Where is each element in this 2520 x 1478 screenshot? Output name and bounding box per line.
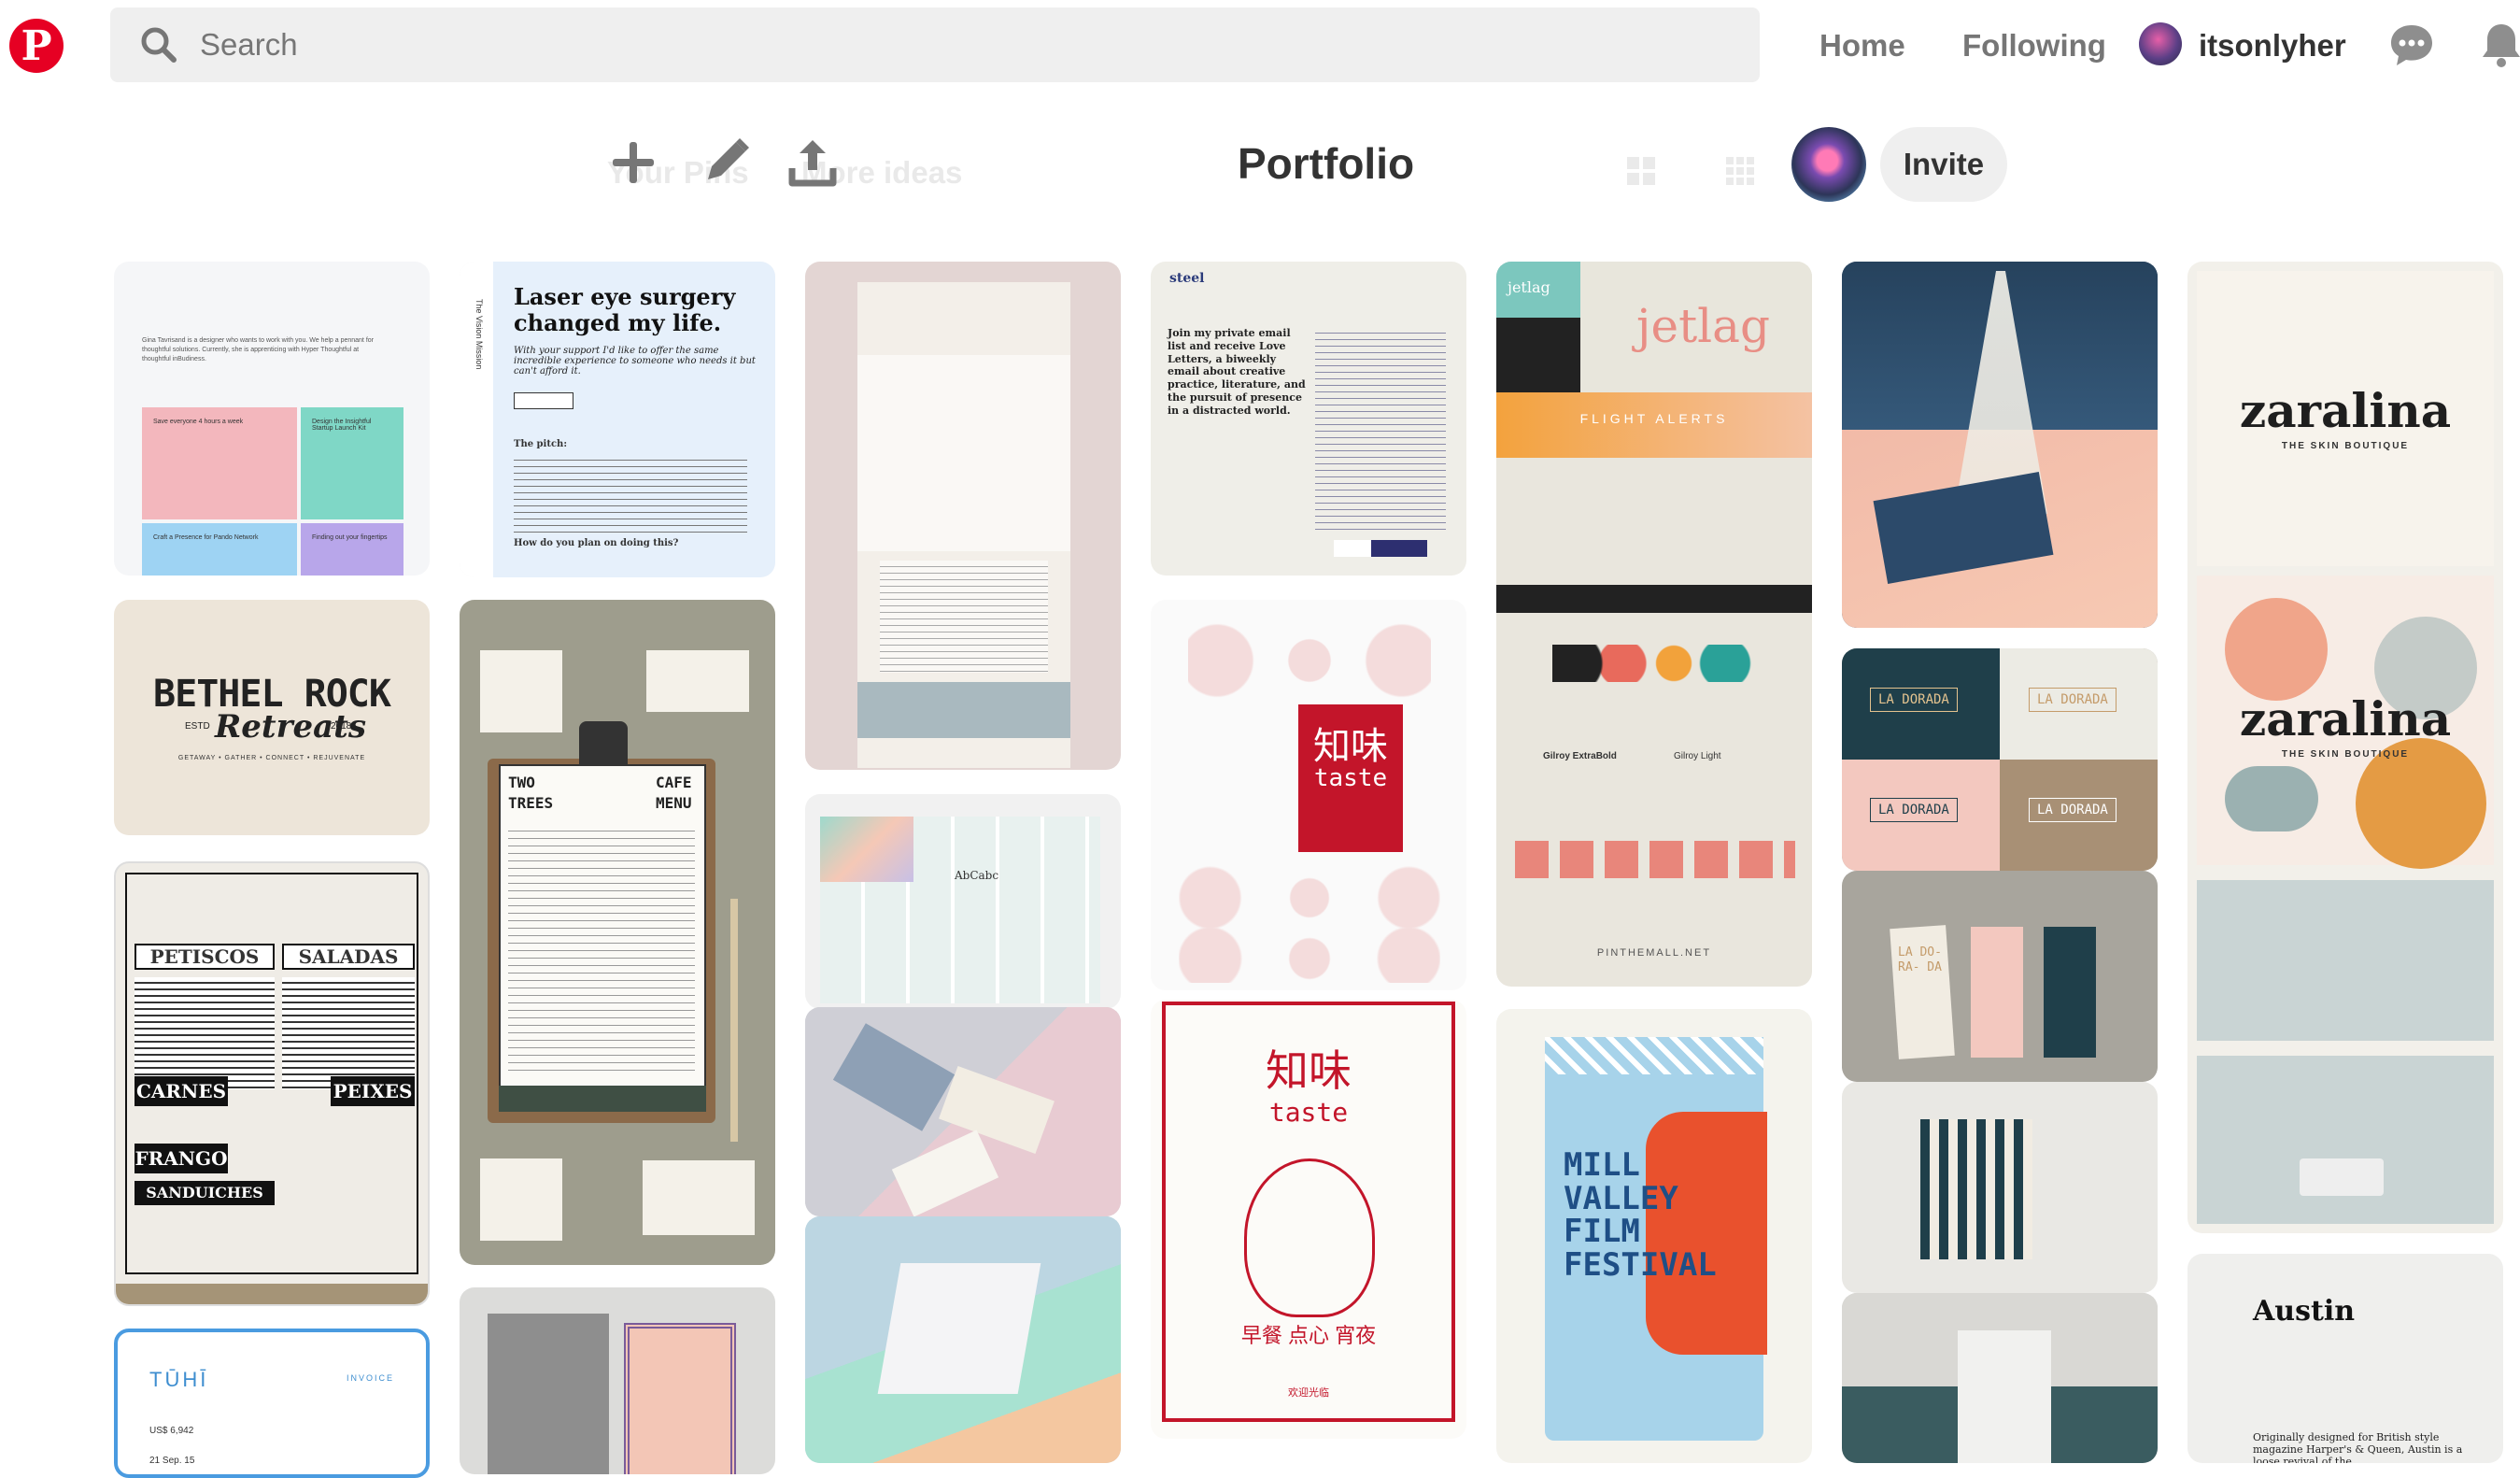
menu-section-title: PEIXES bbox=[331, 1076, 415, 1106]
pin-poster-prints[interactable] bbox=[460, 1287, 775, 1474]
notifications-bell-icon[interactable] bbox=[2477, 21, 2520, 69]
taste-logo: 知味 taste bbox=[1298, 704, 1403, 852]
pin-logo-text: LA DO- RA- DA bbox=[1898, 945, 1942, 974]
share-upload-icon[interactable] bbox=[783, 133, 842, 192]
font-sample: Gilroy Light bbox=[1674, 751, 1721, 761]
pin-jetlag-branding[interactable]: jetlag jetlag FLIGHT ALERTS Gilroy Extra… bbox=[1496, 262, 1812, 987]
menu-label: CAFE bbox=[656, 774, 692, 791]
search-bar[interactable]: Search bbox=[110, 7, 1760, 82]
pin-brand: jetlag bbox=[1508, 278, 1550, 296]
pin-business-cards[interactable] bbox=[805, 1007, 1121, 1216]
pin-title: Austin bbox=[2253, 1295, 2356, 1328]
menu-brand: TWO bbox=[508, 774, 535, 791]
pin-typography-grid[interactable]: AbCabc bbox=[805, 794, 1121, 1009]
menu-label: MENU bbox=[656, 794, 692, 812]
taste-logo-en: taste bbox=[1268, 1097, 1349, 1128]
pin-side-label: The Vision Mission bbox=[474, 299, 484, 369]
pin-body-text: Originally designed for British style ma… bbox=[2253, 1431, 2463, 1463]
pin-label: 2018 bbox=[331, 721, 352, 732]
taste-logo-cn: 知味 bbox=[1266, 1045, 1352, 1096]
pin-logo-text: LA DORADA bbox=[2029, 688, 2117, 712]
pin-heading: The pitch: bbox=[514, 439, 568, 449]
nav-following-link[interactable]: Following bbox=[1962, 19, 2106, 73]
search-icon bbox=[141, 27, 177, 63]
taste-footer: 早餐 点心 宵夜 bbox=[1240, 1324, 1377, 1347]
pin-logo-text: LA DORADA bbox=[1870, 798, 1958, 822]
pin-subtitle: With your support I'd like to offer the … bbox=[514, 346, 756, 377]
pin-card: Design the Insightful Startup Launch Kit bbox=[301, 407, 403, 519]
menu-section-title: SANDUICHES bbox=[134, 1181, 275, 1205]
pin-tagline: FLIGHT ALERTS bbox=[1579, 411, 1729, 426]
pin-title: Laser eye surgery changed my life. bbox=[514, 283, 736, 336]
taste-bottom: 欢迎光临 bbox=[1288, 1387, 1329, 1399]
menu-section-title: PETISCOS bbox=[134, 944, 275, 970]
pin-steel-newsletter[interactable]: steel Join my private email list and rec… bbox=[1151, 262, 1466, 576]
pin-tagline: THE SKIN BOUTIQUE bbox=[2281, 749, 2410, 760]
menu-section-title: FRANGO bbox=[134, 1144, 228, 1173]
pin-brand: steel bbox=[1169, 271, 1205, 286]
pin-predictive-presentation[interactable] bbox=[805, 262, 1121, 770]
pin-portfolio-site[interactable]: Gina Tavrisand is a designer who wants t… bbox=[114, 262, 430, 576]
pin-brand: zaralina bbox=[2239, 383, 2452, 438]
pin-tagline: THE SKIN BOUTIQUE bbox=[2281, 441, 2410, 451]
pin-footer: PINTHEMALL.NET bbox=[1596, 947, 1712, 959]
pin-logo-text: LA DORADA bbox=[1870, 688, 1958, 712]
board-collaborator-avatar[interactable] bbox=[1791, 127, 1866, 202]
pinterest-logo-icon[interactable]: P bbox=[9, 19, 64, 73]
pin-brand: jetlag bbox=[1636, 299, 1770, 353]
invite-button[interactable]: Invite bbox=[1880, 127, 2007, 202]
pin-card: Save everyone 4 hours a week bbox=[142, 407, 297, 519]
user-avatar[interactable] bbox=[2139, 22, 2182, 65]
pin-date: 21 Sep. 15 bbox=[149, 1456, 195, 1466]
pin-card-box[interactable] bbox=[805, 1216, 1121, 1463]
pin-la-dorada-bag[interactable] bbox=[1842, 1293, 2158, 1463]
messages-icon[interactable] bbox=[2387, 21, 2436, 69]
grid-view-large-icon[interactable] bbox=[1625, 155, 1657, 187]
pin-sample-text: AbCabc bbox=[955, 869, 999, 882]
pin-la-dorada-apron[interactable] bbox=[1842, 1082, 2158, 1293]
pin-taste-poster[interactable]: 知味 taste 早餐 点心 宵夜 欢迎光临 bbox=[1151, 1000, 1466, 1439]
pin-card: Finding out your fingertips bbox=[301, 523, 403, 576]
font-sample: Gilroy ExtraBold bbox=[1543, 751, 1617, 761]
menu-section-title: SALADAS bbox=[282, 944, 415, 970]
pin-tagline: GETAWAY • GATHER • CONNECT • REJUVENATE bbox=[177, 755, 366, 761]
pin-taste-illustrations[interactable]: 知味 taste bbox=[1151, 600, 1466, 990]
profile-username[interactable]: itsonlyher bbox=[2199, 19, 2346, 73]
top-nav-bar: P Search Home Following itsonlyher bbox=[0, 0, 2520, 92]
pin-zaralina-branding[interactable]: zaralina THE SKIN BOUTIQUE zaralina THE … bbox=[2187, 262, 2503, 1233]
board-title: Portfolio bbox=[1238, 139, 1415, 188]
edit-pencil-icon[interactable] bbox=[695, 133, 755, 192]
pin-card: Craft a Presence for Pando Network bbox=[142, 523, 297, 576]
pin-car-illustration[interactable] bbox=[1842, 262, 2158, 628]
pin-austin-typeface[interactable]: Austin Originally designed for British s… bbox=[2187, 1254, 2503, 1463]
pin-logo-text: LA DORADA bbox=[2029, 798, 2117, 822]
pin-mill-valley-film-festival[interactable]: MILL VALLEY FILM FESTIVAL bbox=[1496, 1009, 1812, 1463]
pin-portuguese-menu[interactable]: PETISCOS SALADAS CARNES PEIXES FRANGO SA… bbox=[114, 861, 430, 1306]
add-pin-icon[interactable] bbox=[603, 133, 663, 192]
grid-view-small-icon[interactable] bbox=[1724, 155, 1756, 187]
pin-brand: TŪHĪ bbox=[149, 1368, 209, 1391]
pin-laser-eye[interactable]: The Vision Mission Laser eye surgery cha… bbox=[460, 262, 775, 577]
pin-label: INVOICE bbox=[346, 1373, 394, 1383]
pin-la-dorada-cards[interactable]: LA DO- RA- DA bbox=[1842, 871, 2158, 1082]
search-input[interactable]: Search bbox=[200, 27, 298, 63]
pin-two-trees-cafe-menu[interactable]: TWO TREES CAFE MENU bbox=[460, 600, 775, 1265]
pin-label: ESTD bbox=[185, 721, 210, 732]
pin-la-dorada-logos[interactable]: LA DORADA LA DORADA LA DORADA LA DORADA bbox=[1842, 648, 2158, 871]
menu-section-title: CARNES bbox=[134, 1076, 228, 1106]
pin-bethel-rock[interactable]: BETHEL ROCK ESTD Retreats 2018 GETAWAY •… bbox=[114, 600, 430, 835]
pin-body-text: Join my private email list and receive L… bbox=[1168, 327, 1306, 417]
poster-title: MILL VALLEY FILM FESTIVAL bbox=[1564, 1146, 1717, 1285]
nav-home-link[interactable]: Home bbox=[1819, 19, 1905, 73]
pin-tuhi-invoice[interactable]: TŪHĪ INVOICE US$ 6,942 21 Sep. 15 bbox=[114, 1329, 430, 1478]
pin-body-text: Gina Tavrisand is a designer who wants t… bbox=[142, 337, 374, 362]
pin-brand: zaralina bbox=[2239, 691, 2452, 746]
pin-amount: US$ 6,942 bbox=[149, 1426, 194, 1436]
menu-brand: TREES bbox=[508, 794, 554, 812]
pin-heading: How do you plan on doing this? bbox=[514, 538, 679, 548]
